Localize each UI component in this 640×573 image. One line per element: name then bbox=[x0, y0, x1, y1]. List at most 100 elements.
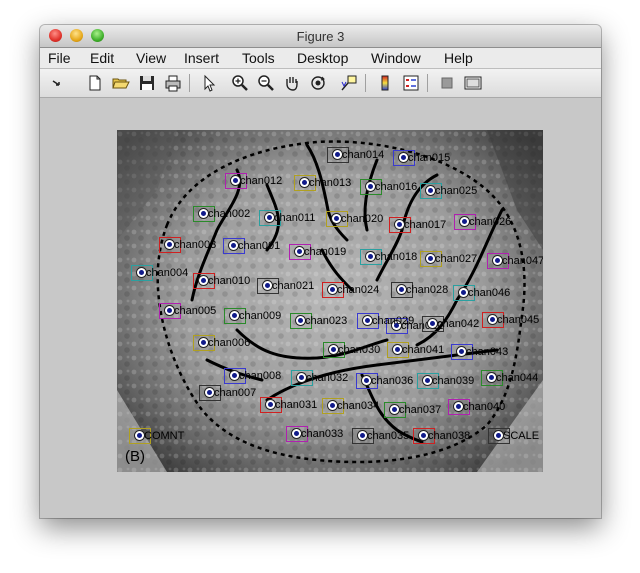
menu-insert[interactable]: Insert bbox=[184, 50, 219, 66]
figure-canvas[interactable]: chan001 chan002 chan003 chan004 chan005 chan0… bbox=[40, 98, 601, 518]
legend-icon[interactable] bbox=[401, 73, 421, 93]
electrode-dot bbox=[428, 319, 437, 328]
electrode-dot bbox=[229, 241, 238, 250]
electrode-dot bbox=[366, 182, 375, 191]
electrode-dot bbox=[393, 345, 402, 354]
electrode-dot bbox=[459, 288, 468, 297]
electrode-dot bbox=[366, 252, 375, 261]
electrode-label: chan031 bbox=[275, 399, 318, 411]
electrode-label: chan018 bbox=[375, 251, 418, 263]
brain-image-axes[interactable]: chan001 chan002 chan003 chan004 chan005 chan0… bbox=[117, 130, 543, 472]
arrow-icon[interactable] bbox=[47, 73, 67, 93]
electrode-label: chan041 bbox=[402, 344, 445, 356]
electrode-dot bbox=[488, 315, 497, 324]
electrode-label: chan036 bbox=[371, 375, 414, 387]
electrode-dot bbox=[494, 431, 503, 440]
electrode-dot bbox=[230, 311, 239, 320]
electrode-label: chan026 bbox=[469, 216, 512, 228]
electrode-label: chan020 bbox=[341, 213, 384, 225]
figure-window: Figure 3 File Edit View Insert Tools Des… bbox=[40, 25, 601, 518]
save-icon[interactable] bbox=[137, 73, 157, 93]
electrode-dot bbox=[362, 376, 371, 385]
electrode-dot bbox=[230, 371, 239, 380]
print-icon[interactable] bbox=[163, 73, 183, 93]
electrode-dot bbox=[300, 178, 309, 187]
electrode-label: chan002 bbox=[208, 208, 251, 220]
electrode-label: chan011 bbox=[274, 212, 316, 224]
panel-label: (B) bbox=[125, 448, 145, 465]
electrode-label: chan013 bbox=[309, 177, 352, 189]
electrode-dot bbox=[137, 268, 146, 277]
electrode-dot bbox=[363, 316, 372, 325]
data-cursor-icon[interactable] bbox=[339, 73, 359, 93]
show-plot-tools-icon[interactable] bbox=[463, 73, 483, 93]
electrode-dot bbox=[493, 256, 502, 265]
menu-view[interactable]: View bbox=[136, 50, 166, 66]
electrode-label: chan035 bbox=[367, 430, 410, 442]
zoom-in-icon[interactable] bbox=[230, 73, 250, 93]
electrode-label: chan028 bbox=[406, 284, 449, 296]
electrode-label: chan009 bbox=[239, 310, 282, 322]
electrode-label: chan006 bbox=[208, 337, 251, 349]
open-folder-icon[interactable] bbox=[111, 73, 131, 93]
electrode-dot bbox=[395, 220, 404, 229]
menu-tools[interactable]: Tools bbox=[242, 50, 275, 66]
electrode-dot bbox=[292, 429, 301, 438]
electrode-label: COMNT bbox=[144, 430, 185, 442]
electrode-label: chan040 bbox=[463, 401, 506, 413]
electrode-dot bbox=[454, 402, 463, 411]
electrode-dot bbox=[199, 209, 208, 218]
electrode-label: chan025 bbox=[435, 185, 478, 197]
new-file-icon[interactable] bbox=[85, 73, 105, 93]
title-bar[interactable]: Figure 3 bbox=[40, 25, 601, 48]
colorbar-icon[interactable] bbox=[375, 73, 395, 93]
menu-file[interactable]: File bbox=[48, 50, 71, 66]
electrode-label: chan047 bbox=[502, 255, 543, 267]
electrode-dot bbox=[390, 405, 399, 414]
electrode-dot bbox=[266, 400, 275, 409]
electrode-dot bbox=[426, 186, 435, 195]
zoom-out-icon[interactable] bbox=[256, 73, 276, 93]
menu-desktop[interactable]: Desktop bbox=[297, 50, 348, 66]
menu-edit[interactable]: Edit bbox=[90, 50, 114, 66]
electrode-label: chan043 bbox=[466, 346, 509, 358]
electrode-label: chan001 bbox=[238, 240, 281, 252]
menu-window[interactable]: Window bbox=[371, 50, 421, 66]
electrode-dot bbox=[328, 401, 337, 410]
toolbar-separator bbox=[365, 74, 366, 92]
electrode-dot bbox=[332, 214, 341, 223]
hide-plot-tools-icon[interactable] bbox=[437, 73, 457, 93]
rotate-3d-icon[interactable] bbox=[308, 73, 328, 93]
electrode-label: chan014 bbox=[342, 149, 385, 161]
electrode-label: chan030 bbox=[338, 344, 381, 356]
electrode-dot bbox=[231, 176, 240, 185]
electrode-dot bbox=[297, 373, 306, 382]
electrode-dot bbox=[295, 247, 304, 256]
electrode-label: chan042 bbox=[437, 318, 480, 330]
electrode-label: chan003 bbox=[174, 239, 217, 251]
window-title: Figure 3 bbox=[296, 29, 345, 44]
pointer-icon[interactable] bbox=[199, 73, 219, 93]
menu-help[interactable]: Help bbox=[444, 50, 473, 66]
electrode-dot bbox=[358, 431, 367, 440]
electrode-dot bbox=[333, 150, 342, 159]
electrode-label: chan007 bbox=[214, 387, 257, 399]
electrode-dot bbox=[199, 338, 208, 347]
electrode-label: chan008 bbox=[239, 370, 282, 382]
electrode-label: chan027 bbox=[435, 253, 478, 265]
electrode-dot bbox=[165, 240, 174, 249]
toolbar-separator bbox=[427, 74, 428, 92]
electrode-label: chan045 bbox=[497, 314, 540, 326]
electrode-dot bbox=[265, 213, 274, 222]
electrode-label: chan046 bbox=[468, 287, 511, 299]
electrode-dot bbox=[426, 254, 435, 263]
electrode-label: SCALE bbox=[503, 430, 540, 442]
electrode-dot bbox=[205, 388, 214, 397]
pan-hand-icon[interactable] bbox=[282, 73, 302, 93]
electrode-dot bbox=[419, 431, 428, 440]
toolbar-separator bbox=[189, 74, 190, 92]
electrode-dot bbox=[199, 276, 208, 285]
electrode-dot bbox=[487, 373, 496, 382]
electrode-label: chan033 bbox=[301, 428, 344, 440]
electrode-dot bbox=[397, 285, 406, 294]
